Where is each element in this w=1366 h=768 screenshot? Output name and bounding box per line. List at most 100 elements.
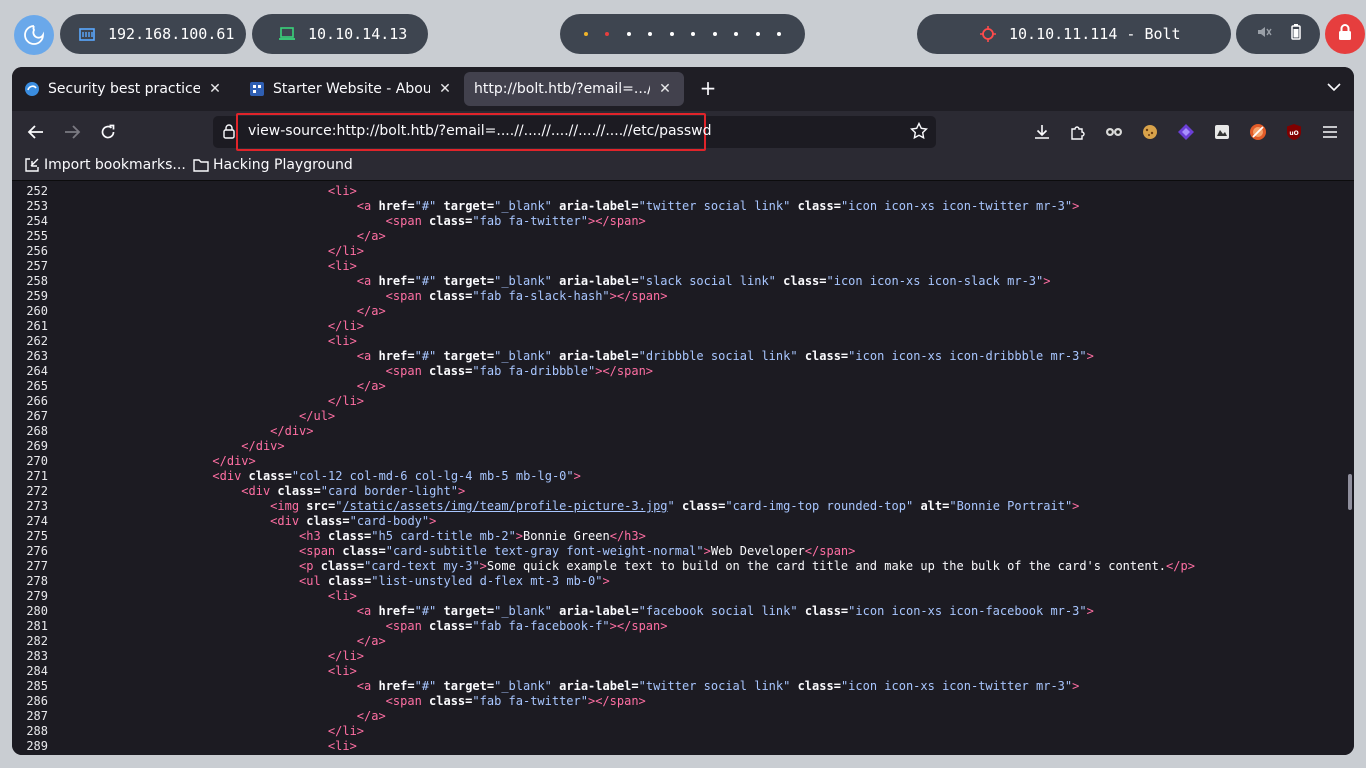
source-token: </h3> [609,529,646,543]
status-pill[interactable] [1236,14,1320,54]
new-tab-button[interactable]: + [696,77,720,101]
source-code: <span class="fab fa-facebook-f"></span> [386,619,668,634]
line-number: 256 [26,244,48,258]
source-token: > [1072,199,1080,213]
ublock-origin-icon[interactable]: uO [1284,122,1304,142]
back-button[interactable] [24,121,48,143]
close-icon[interactable]: ✕ [656,81,674,97]
reload-button[interactable] [96,121,120,143]
lock-screen-button[interactable] [1325,14,1365,54]
blocker-extension-icon[interactable] [1248,122,1268,142]
workspace-dot[interactable] [691,32,696,36]
workspace-dot[interactable] [605,32,610,36]
source-token: <span [385,619,430,633]
source-code: <a href="#" target="_blank" aria-label="… [357,274,1051,289]
close-icon[interactable]: ✕ [206,81,224,97]
source-token: </a> [356,229,386,243]
battery-icon[interactable] [1290,24,1301,44]
line-number: 289 [26,739,48,753]
line-number: 269 [26,439,48,453]
workspace-dot[interactable] [777,32,782,36]
line-number: 274 [26,514,48,528]
svg-text:uO: uO [1289,130,1298,137]
view-source-content[interactable]: 252 <li> 253 <a href="#" target="_blank" ar… [12,182,1354,755]
downloads-icon[interactable] [1032,122,1052,142]
site-info-lock-icon[interactable] [223,124,235,143]
cookie-extension-icon[interactable] [1140,122,1160,142]
source-code: <div class="card border-light"> [241,484,465,499]
target-pill[interactable]: 10.10.11.114 - Bolt [917,14,1231,54]
source-token: aria-label= [559,199,639,213]
bookmark-folder-hacking-playground[interactable]: Hacking Playground [193,157,353,173]
bookmark-star-icon[interactable] [909,121,929,144]
source-line: 265 </a> [12,379,1342,394]
source-code: </li> [328,319,364,334]
source-token: <p [299,559,321,573]
close-icon[interactable]: ✕ [436,81,454,97]
source-code: <li> [328,739,357,754]
workspace-dot[interactable] [755,32,760,36]
source-token: <li> [327,739,357,753]
tab-starter-website[interactable]: Starter Website - About ✕ [239,72,464,106]
source-code: </div> [241,439,284,454]
os-logo-icon[interactable] [14,15,54,55]
source-token: "card-subtitle text-gray font-weight-nor… [385,544,704,558]
source-token: </span> [804,544,856,558]
workspace-dot[interactable] [626,32,631,36]
mute-icon[interactable] [1256,24,1272,44]
forward-button[interactable] [60,121,84,143]
vpn-ip-pill[interactable]: 10.10.14.13 [252,14,428,54]
line-number: 261 [26,319,48,333]
source-token: </div> [212,454,256,468]
list-all-tabs-button[interactable] [1326,79,1342,99]
local-ip-pill[interactable]: 192.168.100.61 [60,14,246,54]
wappalyzer-extension-icon[interactable] [1212,122,1232,142]
source-token: alt= [920,499,950,513]
scrollbar-thumb[interactable] [1348,474,1352,510]
source-token: "#" [414,349,437,363]
url-bar[interactable]: view-source:http://bolt.htb/?email=..../… [213,113,936,151]
source-line: 275 <h3 class="h5 card-title mb-2">Bonnie… [12,529,1342,544]
workspace-dot[interactable] [712,32,717,36]
source-line: 262 <li> [12,334,1342,349]
source-token: > [479,559,487,573]
source-token: target= [443,349,495,363]
source-token: <li> [327,184,357,198]
source-token: ></span> [609,289,668,303]
source-token: ></span> [595,364,654,378]
workspace-dot[interactable] [583,32,588,36]
line-number: 264 [26,364,48,378]
source-token: "card border-light" [320,484,459,498]
menu-hamburger-icon[interactable] [1320,122,1340,142]
tab-bolt-htb[interactable]: http://bolt.htb/?email=...//... ✕ [464,72,684,106]
system-topbar: 192.168.100.61 10.10.14.13 10.10.11.114 … [0,0,1366,70]
source-token: "fab fa-slack-hash" [472,289,610,303]
url-text[interactable]: view-source:http://bolt.htb/?email=..../… [248,123,711,139]
source-token: class= [804,349,849,363]
source-code: <ul class="list-unstyled d-flex mt-3 mb-… [299,574,610,589]
tab-security-best-practices[interactable]: Security best practices | ✕ [14,72,234,106]
workspaces-pill[interactable] [560,14,805,54]
extensions-puzzle-icon[interactable] [1068,122,1088,142]
source-code: </li> [328,649,364,664]
source-token: > [1072,679,1080,693]
workspace-dot[interactable] [734,32,739,36]
hacktools-extension-icon[interactable] [1104,122,1124,142]
line-number: 258 [26,274,48,288]
source-token: href= [378,349,415,363]
browser-window: Security best practices | ✕ Starter Webs… [12,67,1354,755]
shield-icon [24,81,40,97]
source-line: 280 <a href="#" target="_blank" aria-labe… [12,604,1342,619]
workspace-dot[interactable] [648,32,653,36]
foxyproxy-extension-icon[interactable] [1176,122,1196,142]
bookmark-import[interactable]: Import bookmarks... [24,157,186,173]
source-line: 259 <span class="fab fa-slack-hash"></spa… [12,289,1342,304]
line-number: 254 [26,214,48,228]
source-code: <a href="#" target="_blank" aria-label="… [357,604,1094,619]
workspace-dot[interactable] [669,32,674,36]
source-line: 254 <span class="fab fa-twitter"></span> [12,214,1342,229]
source-token: <li> [327,589,357,603]
line-number: 259 [26,289,48,303]
source-link[interactable]: /static/assets/img/team/profile-picture-… [342,499,667,513]
source-token: > [1086,604,1094,618]
